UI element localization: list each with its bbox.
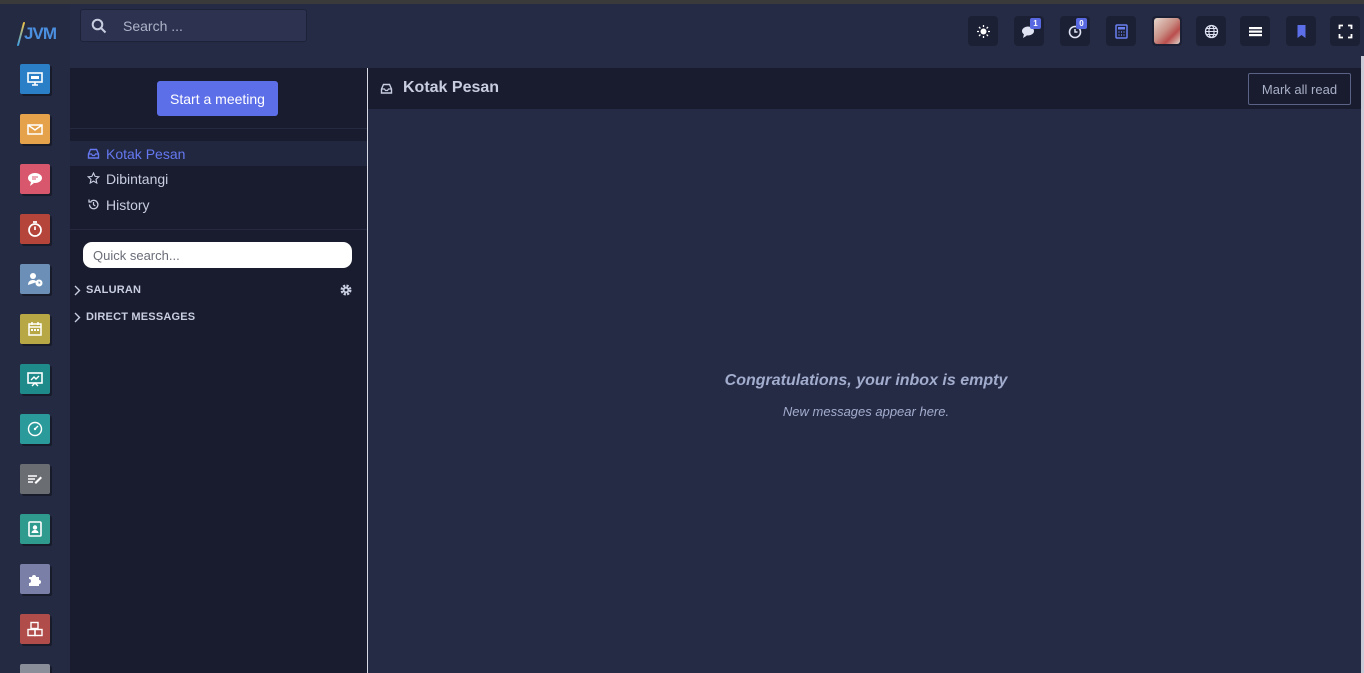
nav-item-history[interactable]: History [70, 192, 367, 217]
channels-group-header[interactable]: SALURAN [73, 281, 141, 299]
app-attendance[interactable] [20, 264, 50, 294]
app-contacts[interactable] [20, 514, 50, 544]
empty-state-subtitle: New messages appear here. [782, 404, 950, 419]
app-elearning[interactable] [20, 364, 50, 394]
nav-item-starred[interactable]: Dibintangi [70, 166, 367, 191]
theme-toggle-button[interactable] [968, 16, 998, 46]
calculator-button[interactable] [1106, 16, 1136, 46]
gauge-icon [27, 421, 43, 437]
presentation-icon [27, 372, 43, 387]
user-clock-icon [28, 273, 43, 287]
group-label: SALURAN [86, 284, 142, 296]
discuss-sidebar: Start a meeting Kotak Pesan Dibintangi H… [70, 68, 367, 673]
app-timesheets[interactable] [20, 214, 50, 244]
nav-item-label: Dibintangi [106, 170, 169, 187]
chat-bubble-icon [28, 173, 42, 186]
direct-messages-group-header[interactable]: DIRECT MESSAGES [73, 308, 195, 326]
nav-item-label: Kotak Pesan [106, 145, 186, 162]
messages-button[interactable]: 1 [1014, 16, 1044, 46]
stopwatch-icon [28, 221, 42, 237]
app-apps[interactable] [20, 564, 50, 594]
nav-item-inbox[interactable]: Kotak Pesan [70, 141, 367, 166]
app-email-marketing[interactable] [20, 114, 50, 144]
app-discuss[interactable] [20, 64, 50, 94]
page-title: Kotak Pesan [403, 79, 500, 96]
chevron-right-icon [74, 285, 81, 295]
app-calendar[interactable] [20, 314, 50, 344]
activities-button[interactable]: 0 [1060, 16, 1090, 46]
monitor-icon [27, 72, 43, 86]
expand-icon [1338, 24, 1352, 38]
app-rail: JVM [0, 4, 70, 673]
logo-text: JVM [24, 24, 57, 43]
divider [70, 128, 367, 129]
app-dashboard[interactable] [20, 414, 50, 444]
menu-button[interactable] [1240, 16, 1270, 46]
contact-card-icon [28, 521, 42, 537]
inbox-icon [87, 148, 100, 159]
user-avatar-button[interactable] [1152, 16, 1182, 46]
app-more[interactable] [20, 664, 50, 673]
hamburger-icon [1248, 26, 1262, 36]
fullscreen-button[interactable] [1330, 16, 1360, 46]
nav-item-label: History [106, 196, 150, 213]
app-live-chat[interactable] [20, 164, 50, 194]
sun-icon [976, 24, 990, 38]
quick-search-input[interactable] [83, 242, 352, 268]
globe-icon [1204, 24, 1218, 38]
app-notes[interactable] [20, 464, 50, 494]
mark-all-read-button[interactable]: Mark all read [1248, 73, 1351, 105]
star-icon [87, 172, 100, 185]
top-bar: 1 0 [70, 4, 1364, 56]
language-button[interactable] [1196, 16, 1226, 46]
divider [70, 229, 367, 230]
history-icon [88, 199, 99, 210]
messages-badge: 1 [1030, 18, 1041, 29]
app-inventory[interactable] [20, 614, 50, 644]
avatar [1154, 18, 1180, 44]
gear-icon[interactable] [339, 283, 353, 297]
bookmark-icon [1297, 24, 1305, 38]
start-meeting-button[interactable]: Start a meeting [157, 81, 278, 116]
empty-state-title: Congratulations, your inbox is empty [724, 372, 1008, 389]
chevron-right-icon [74, 312, 81, 322]
note-pen-icon [28, 475, 42, 484]
group-label: DIRECT MESSAGES [86, 311, 196, 323]
bookmark-button[interactable] [1286, 16, 1316, 46]
main-header: Kotak Pesan Mark all read [368, 68, 1364, 109]
activities-badge: 0 [1076, 18, 1087, 29]
search-icon [91, 18, 107, 33]
calculator-icon [1114, 23, 1128, 39]
main-content: Kotak Pesan Mark all read Congratulation… [367, 68, 1364, 673]
boxes-icon [27, 621, 43, 637]
search-input[interactable] [123, 17, 293, 34]
puzzle-icon [29, 575, 41, 586]
calendar-icon [28, 322, 42, 336]
envelope-icon [27, 124, 43, 135]
global-search[interactable] [80, 9, 307, 42]
company-logo[interactable]: JVM [16, 20, 57, 48]
inbox-icon [380, 83, 393, 94]
